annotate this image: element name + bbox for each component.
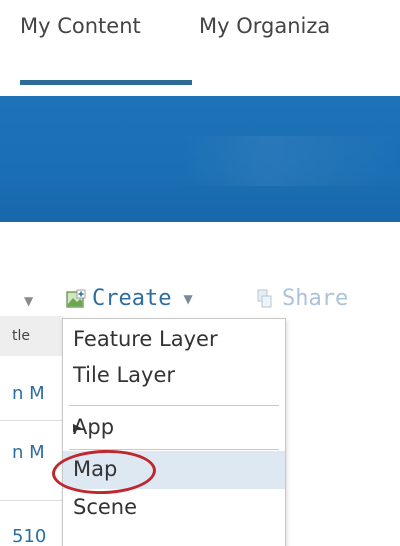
menu-divider (69, 405, 279, 406)
share-icon (256, 289, 274, 309)
create-map-icon (66, 289, 86, 309)
title-column-header[interactable]: tle (0, 316, 64, 356)
tab-my-content[interactable]: My Content (20, 14, 141, 38)
row-divider (0, 500, 62, 501)
menu-item-map[interactable]: Map (63, 451, 285, 489)
menu-item-app[interactable]: App ▶ (63, 415, 285, 445)
item-title-link[interactable]: 510 (12, 526, 62, 546)
active-tab-indicator (20, 80, 192, 85)
menu-divider (69, 449, 279, 450)
column-header-label: tle (12, 328, 30, 344)
tab-my-organization[interactable]: My Organiza (199, 14, 330, 38)
create-dropdown-menu: Feature Layer Tile Layer App ▶ Map Scene (62, 318, 286, 546)
banner-texture (180, 136, 400, 186)
menu-item-tile-layer[interactable]: Tile Layer (63, 363, 285, 393)
item-title-link[interactable]: n M (12, 442, 62, 463)
chevron-down-icon[interactable]: ▼ (24, 294, 33, 308)
page: My Content My Organiza ▼ Create ▼ Share (0, 0, 400, 546)
menu-item-feature-layer[interactable]: Feature Layer (63, 327, 285, 357)
share-label: Share (282, 286, 349, 311)
item-title-link[interactable]: n M (12, 383, 62, 404)
chevron-down-icon: ▼ (183, 291, 193, 306)
menu-item-label: Map (73, 457, 118, 481)
menu-item-label: Tile Layer (73, 363, 175, 387)
share-button[interactable]: Share (256, 286, 348, 311)
triangle-right-icon: ▶ (73, 421, 82, 434)
row-divider (0, 420, 62, 421)
menu-item-scene[interactable]: Scene (63, 495, 285, 525)
menu-item-label: Scene (73, 495, 138, 519)
banner (0, 96, 400, 222)
create-label: Create (92, 286, 172, 311)
create-button[interactable]: Create ▼ (66, 286, 193, 311)
menu-item-label: Feature Layer (73, 327, 218, 351)
